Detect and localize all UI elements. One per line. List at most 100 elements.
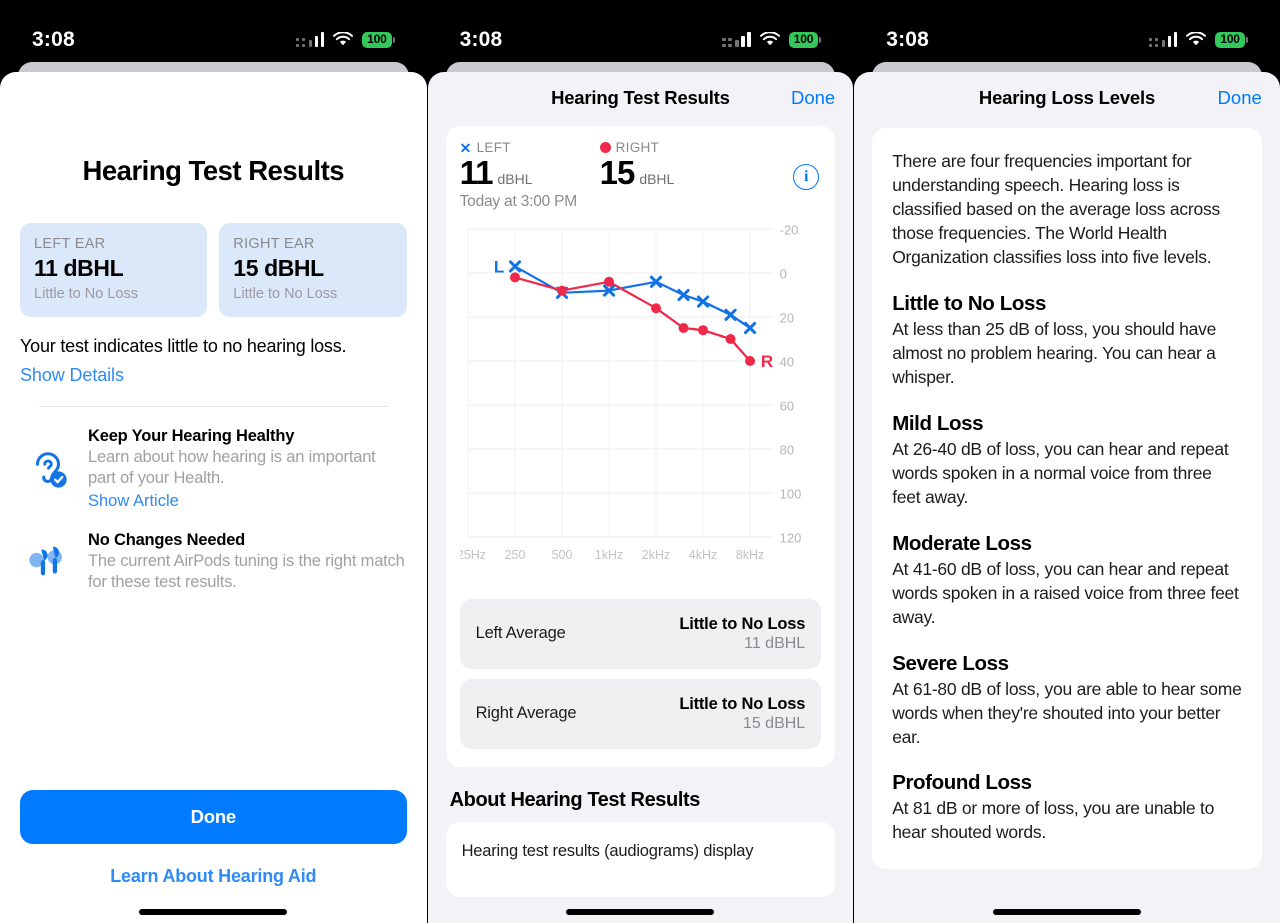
status-bar-3: 3:08 100 — [854, 0, 1280, 66]
cellular-signal-icon — [722, 32, 751, 48]
learn-about-hearing-aid-link[interactable]: Learn About Hearing Aid — [20, 866, 407, 887]
about-card: Hearing test results (audiograms) displa… — [445, 821, 836, 898]
svg-text:R: R — [760, 352, 772, 371]
wifi-icon — [759, 31, 780, 47]
screenshot-stage: 3:08 100 Hearing Test Results LEFT EAR 1… — [0, 0, 1280, 923]
average-value: 15 dBHL — [742, 714, 806, 732]
legend-unit: dBHL — [639, 171, 675, 187]
level-desc: At 61-80 dB of loss, you are able to hea… — [892, 678, 1242, 747]
battery-level: 100 — [1215, 31, 1245, 49]
svg-text:80: 80 — [779, 442, 793, 457]
intro-text: There are four frequencies important for… — [892, 151, 1220, 267]
show-details-link[interactable]: Show Details — [20, 365, 124, 386]
average-values: Little to No Loss 15 dBHL — [679, 695, 805, 733]
level-title: Profound Loss — [892, 771, 1032, 795]
info-icon[interactable]: i — [793, 164, 820, 190]
average-value: 11 dBHL — [744, 634, 806, 652]
legend-head-left: ✕ LEFT — [460, 140, 600, 155]
nav-title: Hearing Loss Levels — [978, 87, 1156, 108]
phone-panel-3: 3:08 100 Hearing Loss Levels Done There … — [853, 0, 1280, 923]
home-indicator[interactable] — [566, 909, 715, 915]
hearing-loss-levels-card: There are four frequencies important for… — [872, 128, 1262, 870]
legend-number: 11 — [459, 154, 494, 191]
audiogram-card: ✕ LEFT 11 dBHL RIGHT 15 dBHL i Today at … — [445, 126, 836, 767]
page-title: Hearing Test Results — [82, 155, 345, 186]
level-desc: At less than 25 dB of loss, you should h… — [892, 318, 1217, 387]
airpods-icon — [22, 531, 74, 594]
legend-unit: dBHL — [497, 171, 533, 187]
legend-value-right: 15 dBHL — [600, 155, 740, 191]
tip-title: Keep Your Hearing Healthy — [88, 426, 295, 445]
legend-name: LEFT — [476, 140, 511, 155]
battery-icon: 100 — [1215, 31, 1248, 49]
about-text: Hearing test results (audiograms) displa… — [461, 841, 754, 860]
tip-body: No Changes Needed The current AirPods tu… — [88, 531, 407, 594]
about-heading: About Hearing Test Results — [449, 788, 701, 811]
ear-summary-cards: LEFT EAR 11 dBHL Little to No Loss RIGHT… — [20, 223, 407, 317]
ear-value: 15 dBHL — [233, 255, 324, 281]
average-label: Left Average — [475, 624, 566, 643]
level-desc: At 81 dB or more of loss, you are unable… — [892, 798, 1215, 843]
ear-status: Little to No Loss — [233, 286, 338, 302]
wifi-icon — [1186, 31, 1207, 47]
svg-text:2kHz: 2kHz — [641, 548, 669, 562]
tip-body: Keep Your Hearing Healthy Learn about ho… — [88, 427, 407, 511]
status-time: 3:08 — [32, 28, 75, 51]
svg-text:120: 120 — [779, 530, 801, 545]
legend-left: ✕ LEFT 11 dBHL — [460, 140, 600, 191]
battery-icon: 100 — [788, 31, 822, 49]
battery-icon: 100 — [362, 31, 395, 49]
average-row-left[interactable]: Left Average Little to No Loss 11 dBHL — [459, 598, 822, 669]
level-little-to-no-loss: Little to No Loss At less than 25 dB of … — [892, 292, 1242, 390]
average-label: Right Average — [475, 704, 577, 723]
status-bar-1: 3:08 100 — [0, 0, 427, 66]
status-time: 3:08 — [886, 28, 930, 51]
sheet-1: Hearing Test Results LEFT EAR 11 dBHL Li… — [0, 72, 427, 923]
panel1-body: Hearing Test Results LEFT EAR 11 dBHL Li… — [0, 155, 427, 594]
svg-text:8kHz: 8kHz — [735, 548, 763, 562]
battery-level: 100 — [788, 31, 819, 49]
status-bar-2: 3:08 100 — [428, 0, 854, 66]
svg-text:L: L — [493, 257, 503, 276]
ear-card-left[interactable]: LEFT EAR 11 dBHL Little to No Loss — [20, 223, 208, 317]
ear-status: Little to No Loss — [34, 286, 138, 302]
home-indicator[interactable] — [992, 909, 1141, 915]
divider — [39, 405, 388, 407]
summary-text: Your test indicates little to no hearing… — [20, 336, 347, 356]
done-link[interactable]: Done — [1218, 87, 1262, 109]
done-link[interactable]: Done — [791, 87, 835, 109]
svg-text:100: 100 — [779, 486, 801, 501]
svg-text:1kHz: 1kHz — [594, 548, 622, 562]
show-article-link[interactable]: Show Article — [88, 492, 179, 511]
panel2-scroll[interactable]: ✕ LEFT 11 dBHL RIGHT 15 dBHL i Today at … — [428, 126, 854, 898]
level-title: Severe Loss — [892, 651, 1009, 675]
battery-level: 100 — [362, 31, 392, 49]
audiogram-chart: -20 0 20 40 60 80 100 120 125Hz 250 500 1kHz 2kHz 4kH… — [460, 219, 822, 589]
legend-name: RIGHT — [615, 140, 660, 155]
svg-text:250: 250 — [504, 548, 525, 562]
dot-mark-icon — [599, 142, 611, 153]
tip-row-no-changes: No Changes Needed The current AirPods tu… — [20, 531, 407, 594]
phone-panel-2: 3:08 100 Hearing Test Results Done ✕ LEF… — [426, 0, 854, 923]
svg-text:-20: -20 — [779, 222, 798, 237]
ear-value: 11 dBHL — [34, 255, 124, 281]
svg-text:0: 0 — [779, 266, 786, 281]
legend-head-right: RIGHT — [599, 140, 740, 155]
svg-text:60: 60 — [779, 398, 793, 413]
sheet-2: Hearing Test Results Done ✕ LEFT 11 dBHL… — [427, 72, 854, 923]
average-values: Little to No Loss 11 dBHL — [679, 615, 805, 653]
average-status: Little to No Loss — [679, 614, 806, 633]
average-row-right[interactable]: Right Average Little to No Loss 15 dBHL — [459, 678, 822, 749]
tip-row-hearing-healthy: Keep Your Hearing Healthy Learn about ho… — [20, 427, 407, 511]
home-indicator[interactable] — [139, 909, 288, 915]
ear-card-right[interactable]: RIGHT EAR 15 dBHL Little to No Loss — [219, 223, 407, 317]
level-desc: At 26-40 dB of loss, you can hear and re… — [892, 438, 1229, 507]
ear-label: LEFT EAR — [34, 236, 106, 252]
svg-text:125Hz: 125Hz — [460, 548, 486, 562]
level-severe-loss: Severe Loss At 61-80 dB of loss, you are… — [892, 652, 1242, 750]
done-button[interactable]: Done — [20, 790, 407, 844]
chart-timestamp: Today at 3:00 PM — [459, 192, 578, 210]
legend-value-left: 11 dBHL — [459, 154, 600, 191]
x-mark-icon: ✕ — [459, 139, 472, 156]
status-icons: 100 — [722, 31, 822, 49]
